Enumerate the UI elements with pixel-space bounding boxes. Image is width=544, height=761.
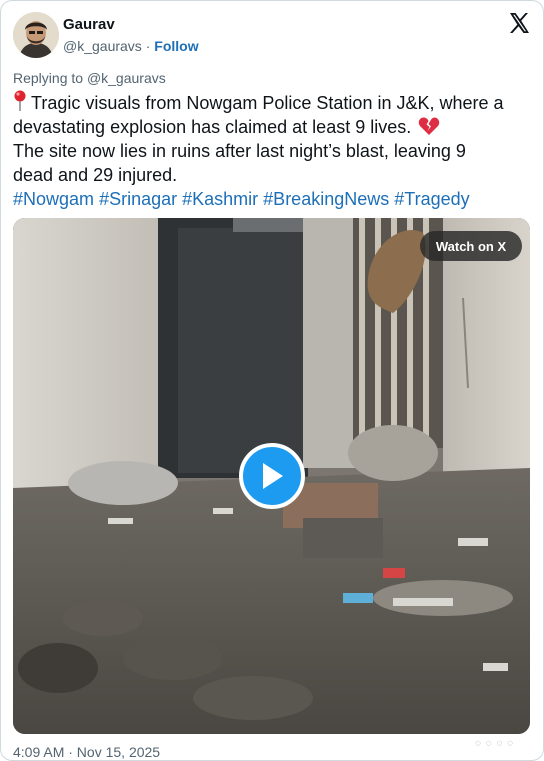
video-player[interactable]: Watch on X — [13, 218, 530, 734]
tweet-line-1: Tragic visuals from Nowgam Police Statio… — [13, 90, 531, 115]
tweet-line-3: The site now lies in ruins after last ni… — [13, 141, 466, 161]
hashtag-link[interactable]: #Nowgam — [13, 189, 94, 209]
post-card: Gaurav @k_gauravs · Follow Replying to @… — [0, 0, 544, 761]
tweet-text-line2: devastating explosion has claimed at lea… — [13, 117, 412, 137]
tweet-line-4: dead and 29 injured. — [13, 165, 178, 185]
round-pushpin-icon — [14, 90, 26, 111]
hashtag-link[interactable]: #Kashmir — [182, 189, 258, 209]
watch-on-x-button[interactable]: Watch on X — [420, 231, 522, 261]
broken-heart-icon — [419, 117, 440, 135]
replying-to: Replying to @k_gauravs — [13, 70, 166, 86]
replying-prefix: Replying to — [13, 70, 84, 86]
avatar[interactable] — [13, 12, 59, 58]
post-timestamp[interactable]: 4:09 AM · Nov 15, 2025 — [13, 744, 160, 760]
x-logo-icon[interactable] — [507, 11, 531, 35]
replying-handle[interactable]: @k_gauravs — [87, 70, 166, 86]
author-name[interactable]: Gaurav — [63, 16, 115, 33]
author-handle-row: @k_gauravs · Follow — [63, 38, 199, 54]
tweet-text-line1: Tragic visuals from Nowgam Police Statio… — [31, 93, 504, 113]
tweet-text: Tragic visuals from Nowgam Police Statio… — [13, 90, 531, 211]
author-handle[interactable]: @k_gauravs — [63, 38, 142, 54]
play-button[interactable] — [239, 443, 305, 509]
hashtag-link[interactable]: #Tragedy — [394, 189, 469, 209]
hashtag-link[interactable]: #Srinagar — [99, 189, 177, 209]
hashtag-row: #Nowgam #Srinagar #Kashmir #BreakingNews… — [13, 187, 531, 211]
separator-dot: · — [145, 38, 151, 54]
follow-button[interactable]: Follow — [154, 38, 198, 54]
site-watermark-logo: ◌ ◌ ◌ ◌ — [475, 738, 515, 749]
play-icon — [263, 463, 283, 489]
tweet-line-2: devastating explosion has claimed at lea… — [13, 115, 531, 139]
hashtag-link[interactable]: #BreakingNews — [263, 189, 389, 209]
